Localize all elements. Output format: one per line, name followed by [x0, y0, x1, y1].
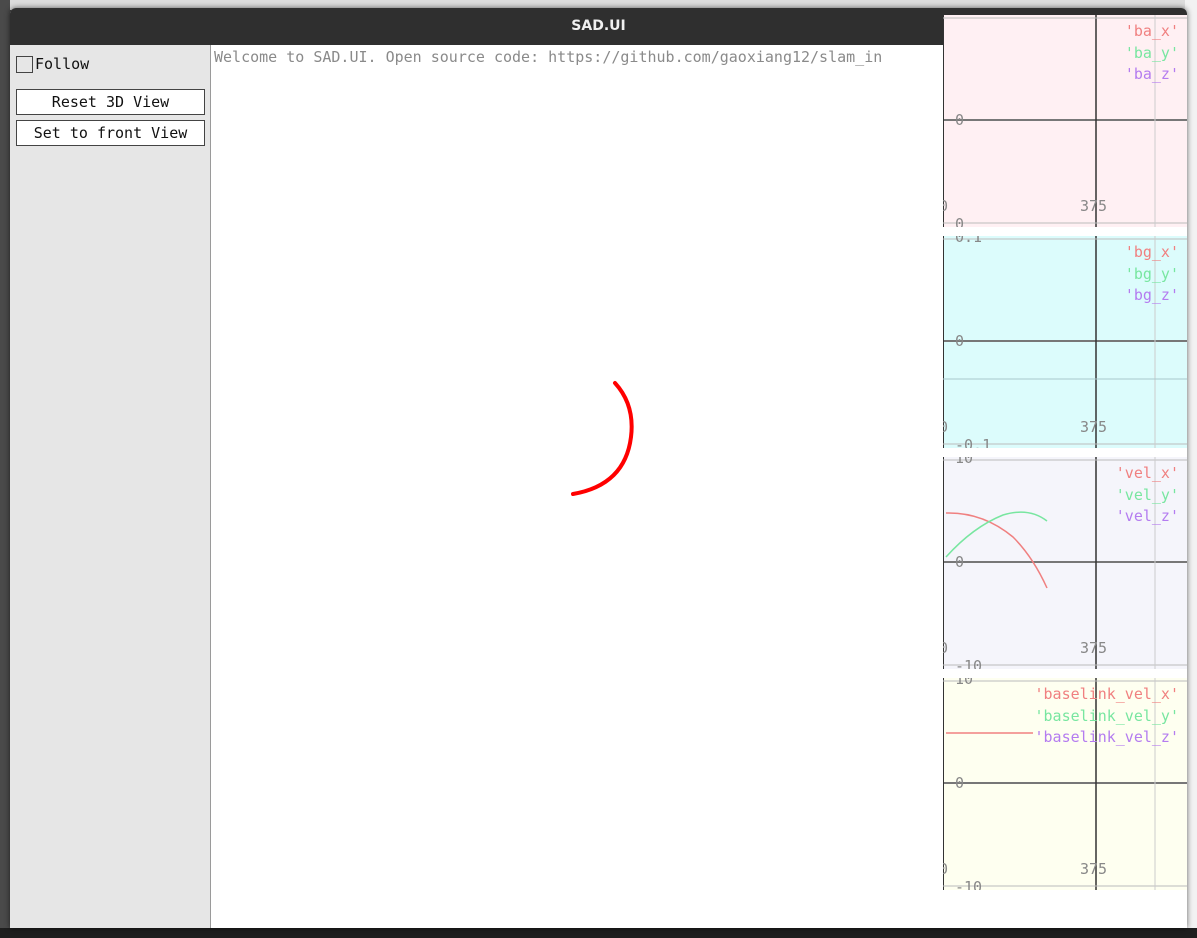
x-tick-start: 0 [943, 860, 949, 878]
legend-entry: 'ba_y' [1124, 43, 1179, 62]
follow-checkbox[interactable] [16, 55, 33, 73]
y-tick-zero: 0 [955, 553, 965, 571]
legend-entry: 'bg_y' [1124, 264, 1179, 283]
legend-entry: 'ba_z' [1124, 65, 1179, 83]
plot-panel-1[interactable]: 'ba_x''ba_y''ba_z' 0 0 0 375 [943, 15, 1187, 227]
legend-entry: 'vel_y' [1115, 485, 1179, 504]
y-tick-lower: -10 [955, 878, 983, 890]
y-tick-upper: 10 [955, 457, 974, 467]
sad-ui-window: SAD.UI – □ ✕ Follow Reset 3D View Set to… [10, 8, 1187, 928]
x-tick-mid: 375 [1080, 639, 1108, 657]
y-tick-zero: 0 [955, 332, 965, 350]
legend-entry: 'baselink_vel_x' [1034, 685, 1180, 703]
x-tick-start: 0 [943, 197, 949, 215]
legend-entry: 'bg_x' [1124, 243, 1179, 261]
front-view-button[interactable]: Set to front View [16, 120, 205, 146]
legend-entry: 'baselink_vel_z' [1034, 728, 1180, 746]
legend-entry: 'vel_x' [1115, 464, 1179, 482]
plot-panel-4[interactable]: 'baselink_vel_x' 'baselink_vel_y' 'baselin… [943, 678, 1187, 890]
desktop-bottom-strip [0, 928, 1197, 938]
trajectory-path [571, 381, 634, 496]
y-tick-upper: 0.1 [955, 236, 983, 246]
legend-entry: 'bg_z' [1124, 286, 1179, 304]
y-tick-lower: -10 [955, 657, 983, 669]
y-tick-zero: 0 [955, 774, 965, 792]
x-tick-mid: 375 [1080, 418, 1108, 436]
x-tick-mid: 375 [1080, 860, 1108, 878]
y-tick-upper: 10 [955, 678, 974, 688]
x-tick-start: 0 [943, 418, 949, 436]
control-panel: Follow Reset 3D View Set to front View [10, 45, 211, 928]
3d-view[interactable]: Welcome to SAD.UI. Open source code: htt… [211, 45, 943, 928]
y-tick-lower: 0 [955, 215, 965, 227]
follow-option[interactable]: Follow [16, 54, 89, 74]
follow-label: Follow [35, 55, 90, 73]
x-tick-mid: 375 [1080, 197, 1108, 215]
legend-entry: 'vel_z' [1115, 507, 1179, 525]
plot-panel-3[interactable]: 'vel_x' 'vel_y' 'vel_z' 10 0 -10 0 375 [943, 457, 1187, 669]
y-tick-lower: -0.1 [955, 436, 992, 448]
legend-entry: 'ba_x' [1124, 22, 1179, 40]
plot-panel-2[interactable]: 'bg_x' 'bg_y' 'bg_z' 0.1 0 -0.1 0 375 [943, 236, 1187, 448]
legend-entry: 'baselink_vel_y' [1034, 706, 1180, 725]
reset-3d-view-button[interactable]: Reset 3D View [16, 89, 205, 115]
desktop-left-strip [0, 0, 10, 938]
vel-x-line [945, 512, 1048, 589]
trajectory-canvas [571, 381, 634, 496]
vel-y-line [945, 511, 1048, 558]
x-tick-start: 0 [943, 639, 949, 657]
y-tick-zero: 0 [955, 111, 965, 129]
